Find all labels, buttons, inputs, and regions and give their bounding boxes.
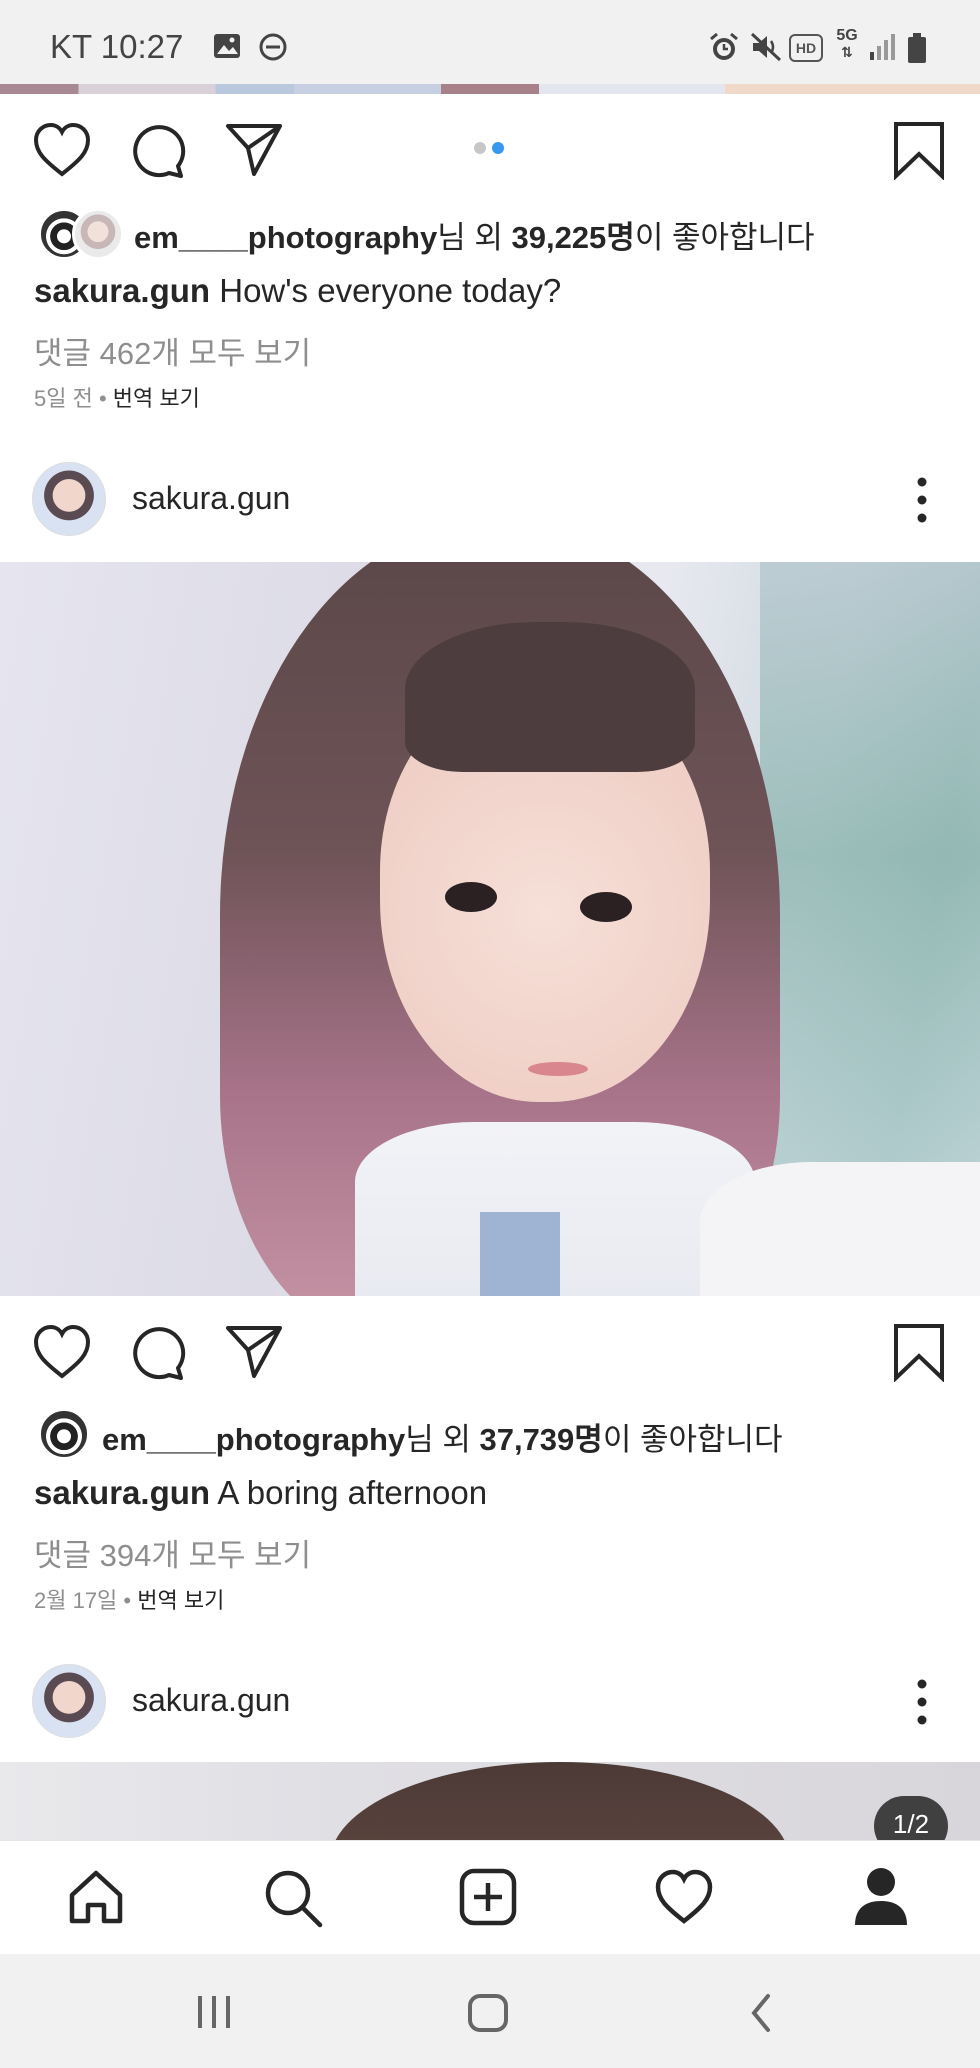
dnd-icon	[259, 33, 287, 61]
5g-icon: 5G ⇅	[836, 27, 858, 61]
recent-apps-icon[interactable]	[194, 1994, 234, 2030]
mute-icon	[750, 32, 782, 62]
post-time: 5일 전	[34, 386, 93, 411]
post-meta: 5일 전 • 번역 보기	[34, 386, 200, 411]
likes-tail-text: 이 좋아합니다	[634, 220, 815, 255]
carousel-dot-active	[492, 142, 504, 154]
comment-icon[interactable]	[128, 122, 186, 180]
post-author-username[interactable]: sakura.gun	[132, 1682, 290, 1719]
image-icon	[214, 34, 240, 58]
share-send-icon[interactable]	[224, 122, 284, 178]
more-options-icon[interactable]	[914, 1678, 930, 1726]
share-send-icon[interactable]	[224, 1324, 284, 1380]
post-caption: sakura.gun A boring afternoon	[34, 1474, 487, 1512]
alarm-icon	[710, 32, 738, 60]
post-time: 2월 17일	[34, 1588, 118, 1613]
back-icon[interactable]	[746, 1992, 776, 2034]
system-home-icon[interactable]	[466, 1992, 510, 2034]
activity-heart-icon[interactable]	[654, 1869, 714, 1925]
like-heart-icon[interactable]	[32, 122, 92, 178]
status-time: KT 10:27	[50, 28, 184, 65]
like-heart-icon[interactable]	[32, 1324, 92, 1380]
system-navigation-bar	[0, 1954, 980, 2068]
photo-eye-right	[580, 892, 632, 922]
likes-count[interactable]: 39,225명	[511, 220, 634, 255]
search-icon[interactable]	[262, 1867, 324, 1929]
likes-mid-text: 님 외	[405, 1422, 480, 1457]
post-author-avatar[interactable]	[32, 462, 106, 536]
bottom-navigation	[0, 1840, 980, 1955]
liked-by-avatars[interactable]	[38, 208, 124, 260]
more-options-icon[interactable]	[914, 476, 930, 524]
save-bookmark-icon[interactable]	[892, 1322, 946, 1382]
likes-summary[interactable]: em____photography님 외 37,739명이 좋아합니다	[102, 1414, 783, 1459]
network-label: 5G	[836, 27, 858, 44]
likes-tail-text: 이 좋아합니다	[602, 1422, 783, 1457]
likes-count[interactable]: 37,739명	[479, 1422, 602, 1457]
caption-text: How's everyone today?	[210, 272, 562, 309]
post-photo[interactable]	[0, 562, 980, 1296]
post-meta: 2월 17일 • 번역 보기	[34, 1588, 225, 1613]
caption-text: A boring afternoon	[210, 1474, 488, 1511]
liker-avatar	[72, 208, 124, 260]
liker-avatar[interactable]	[38, 1408, 90, 1460]
photo-tie	[480, 1212, 560, 1296]
photo-eye-left	[445, 882, 497, 912]
likes-username[interactable]: em____photography	[102, 1422, 405, 1457]
hd-label: HD	[795, 40, 817, 56]
save-bookmark-icon[interactable]	[892, 120, 946, 180]
likes-mid-text: 님 외	[437, 220, 512, 255]
post-photo[interactable]: 1/2	[0, 1762, 980, 1840]
view-comments-link[interactable]: 댓글 462개 모두 보기	[34, 328, 311, 373]
caption-username[interactable]: sakura.gun	[34, 272, 210, 309]
post-author-avatar[interactable]	[32, 1664, 106, 1738]
hd-icon: HD	[789, 34, 823, 62]
likes-summary[interactable]: em____photography님 외 39,225명이 좋아합니다	[134, 212, 815, 257]
battery-icon	[908, 33, 926, 63]
photo-lips	[528, 1062, 588, 1076]
caption-username[interactable]: sakura.gun	[34, 1474, 210, 1511]
translate-link[interactable]: 번역 보기	[113, 386, 200, 411]
home-icon[interactable]	[66, 1867, 126, 1927]
carousel-dot	[474, 142, 486, 154]
previous-post-image-edge[interactable]	[0, 84, 980, 94]
likes-username[interactable]: em____photography	[134, 220, 437, 255]
profile-icon[interactable]	[852, 1865, 910, 1927]
comment-icon[interactable]	[128, 1324, 186, 1382]
post-author-username[interactable]: sakura.gun	[132, 480, 290, 517]
post-caption: sakura.gun How's everyone today?	[34, 272, 561, 310]
new-post-icon[interactable]	[458, 1867, 518, 1927]
translate-link[interactable]: 번역 보기	[137, 1588, 224, 1613]
photo-bangs	[405, 622, 695, 772]
photo-hair	[330, 1762, 790, 1840]
view-comments-link[interactable]: 댓글 394개 모두 보기	[34, 1530, 311, 1575]
photo-sleeve	[700, 1162, 980, 1296]
signal-icon	[870, 34, 895, 60]
status-bar: KT 10:27 HD 5G ⇅	[0, 0, 980, 84]
carousel-counter: 1/2	[874, 1796, 948, 1840]
